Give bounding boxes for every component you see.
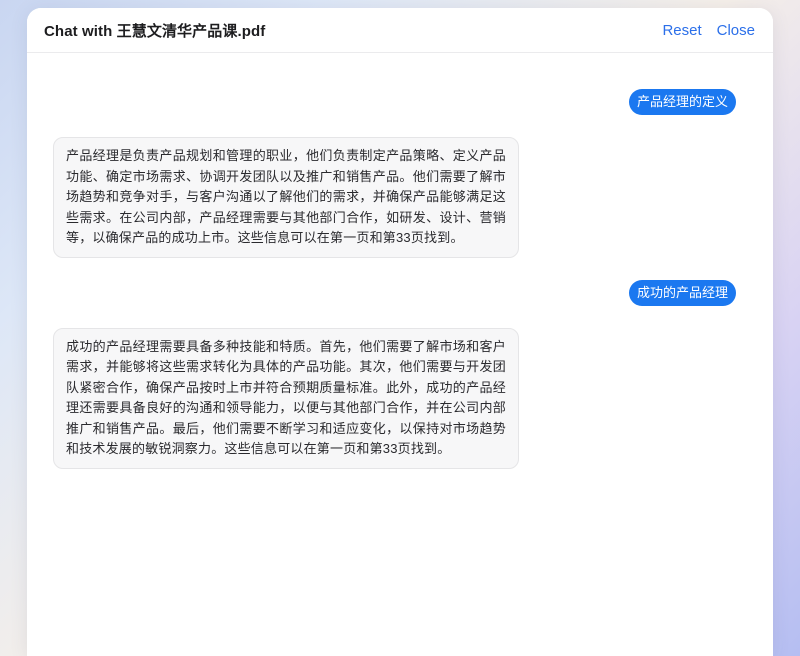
chat-window: Chat with 王慧文清华产品课.pdf Reset Close 产品经理的… <box>27 8 773 656</box>
reset-button[interactable]: Reset <box>662 22 701 39</box>
user-message-bubble: 成功的产品经理 <box>629 280 736 306</box>
assistant-message-bubble: 成功的产品经理需要具备多种技能和特质。首先，他们需要了解市场和客户需求，并能够将… <box>53 328 519 469</box>
close-button[interactable]: Close <box>717 22 755 39</box>
chat-window-header: Chat with 王慧文清华产品课.pdf Reset Close <box>27 8 773 53</box>
header-actions: Reset Close <box>662 22 755 39</box>
app-background: { "window": { "title": "Chat with 王慧文清华产… <box>0 0 800 656</box>
chat-scroll-area[interactable]: 产品经理的定义 产品经理是负责产品规划和管理的职业，他们负责制定产品策略、定义产… <box>27 53 773 656</box>
user-message-bubble: 产品经理的定义 <box>629 89 736 115</box>
assistant-message-bubble: 产品经理是负责产品规划和管理的职业，他们负责制定产品策略、定义产品功能、确定市场… <box>53 137 519 258</box>
page-title: Chat with 王慧文清华产品课.pdf <box>44 20 265 41</box>
